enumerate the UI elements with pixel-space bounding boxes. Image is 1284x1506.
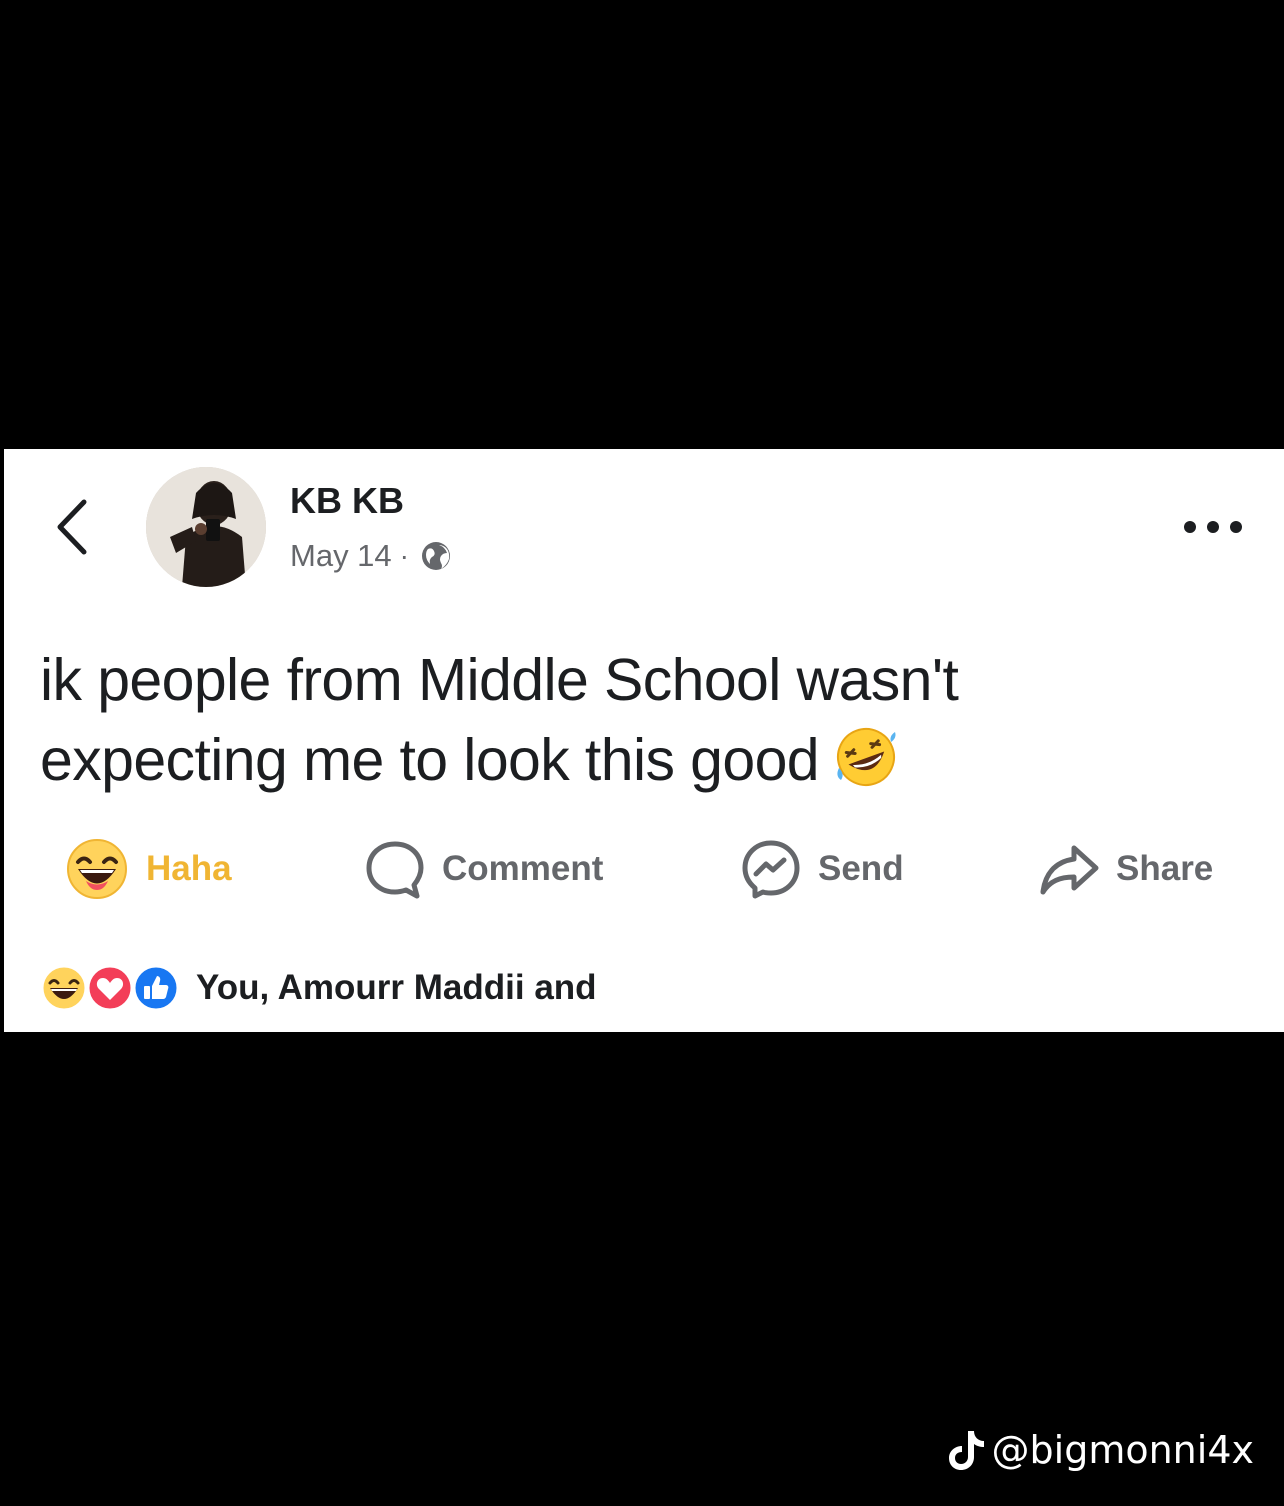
reactions-summary[interactable]: You, Amourr Maddii and	[40, 962, 597, 1014]
love-icon	[86, 964, 134, 1012]
avatar-image	[146, 467, 266, 587]
reactions-summary-text: You, Amourr Maddii and	[196, 968, 597, 1007]
post-text-line-1: ik people from Middle School wasn't	[40, 647, 959, 713]
post-text-line-2: expecting me to look this good	[40, 720, 1160, 800]
comment-button[interactable]: Comment	[364, 836, 603, 902]
comment-icon	[366, 841, 424, 899]
post-text-line-2-text: expecting me to look this good	[40, 727, 820, 793]
tiktok-handle: @bigmonni4x	[991, 1428, 1254, 1472]
comment-label: Comment	[442, 849, 604, 888]
chevron-left-icon	[57, 499, 87, 555]
share-label: Share	[1116, 849, 1214, 888]
reaction-icons	[40, 964, 184, 1012]
post-date[interactable]: May 14	[290, 538, 392, 574]
tiktok-icon	[948, 1431, 984, 1470]
haha-reaction-button[interactable]: Haha	[66, 836, 232, 902]
post-meta: May 14 ·	[290, 535, 453, 577]
share-button[interactable]: Share	[1038, 836, 1213, 902]
share-arrow-icon	[1040, 845, 1099, 895]
more-dots-icon	[1184, 521, 1242, 533]
more-options-button[interactable]	[1180, 505, 1246, 549]
meta-separator: ·	[399, 540, 409, 571]
globe-icon	[422, 542, 450, 570]
rolling-laughing-emoji-icon	[837, 728, 896, 786]
send-button[interactable]: Send	[740, 836, 904, 902]
messenger-icon	[742, 840, 800, 899]
haha-label: Haha	[146, 849, 232, 888]
send-label: Send	[818, 849, 904, 888]
author-name[interactable]: KB KB	[290, 480, 404, 522]
screen: KB KB May 14 · ik people from Middle Sch…	[0, 0, 1284, 1506]
back-button[interactable]	[48, 494, 96, 560]
tiktok-watermark: @bigmonni4x	[946, 1420, 1254, 1480]
avatar[interactable]	[146, 467, 266, 587]
haha-icon	[40, 964, 88, 1012]
haha-icon	[67, 839, 127, 899]
post-text: ik people from Middle School wasn't expe…	[40, 640, 1160, 800]
like-icon	[132, 964, 180, 1012]
